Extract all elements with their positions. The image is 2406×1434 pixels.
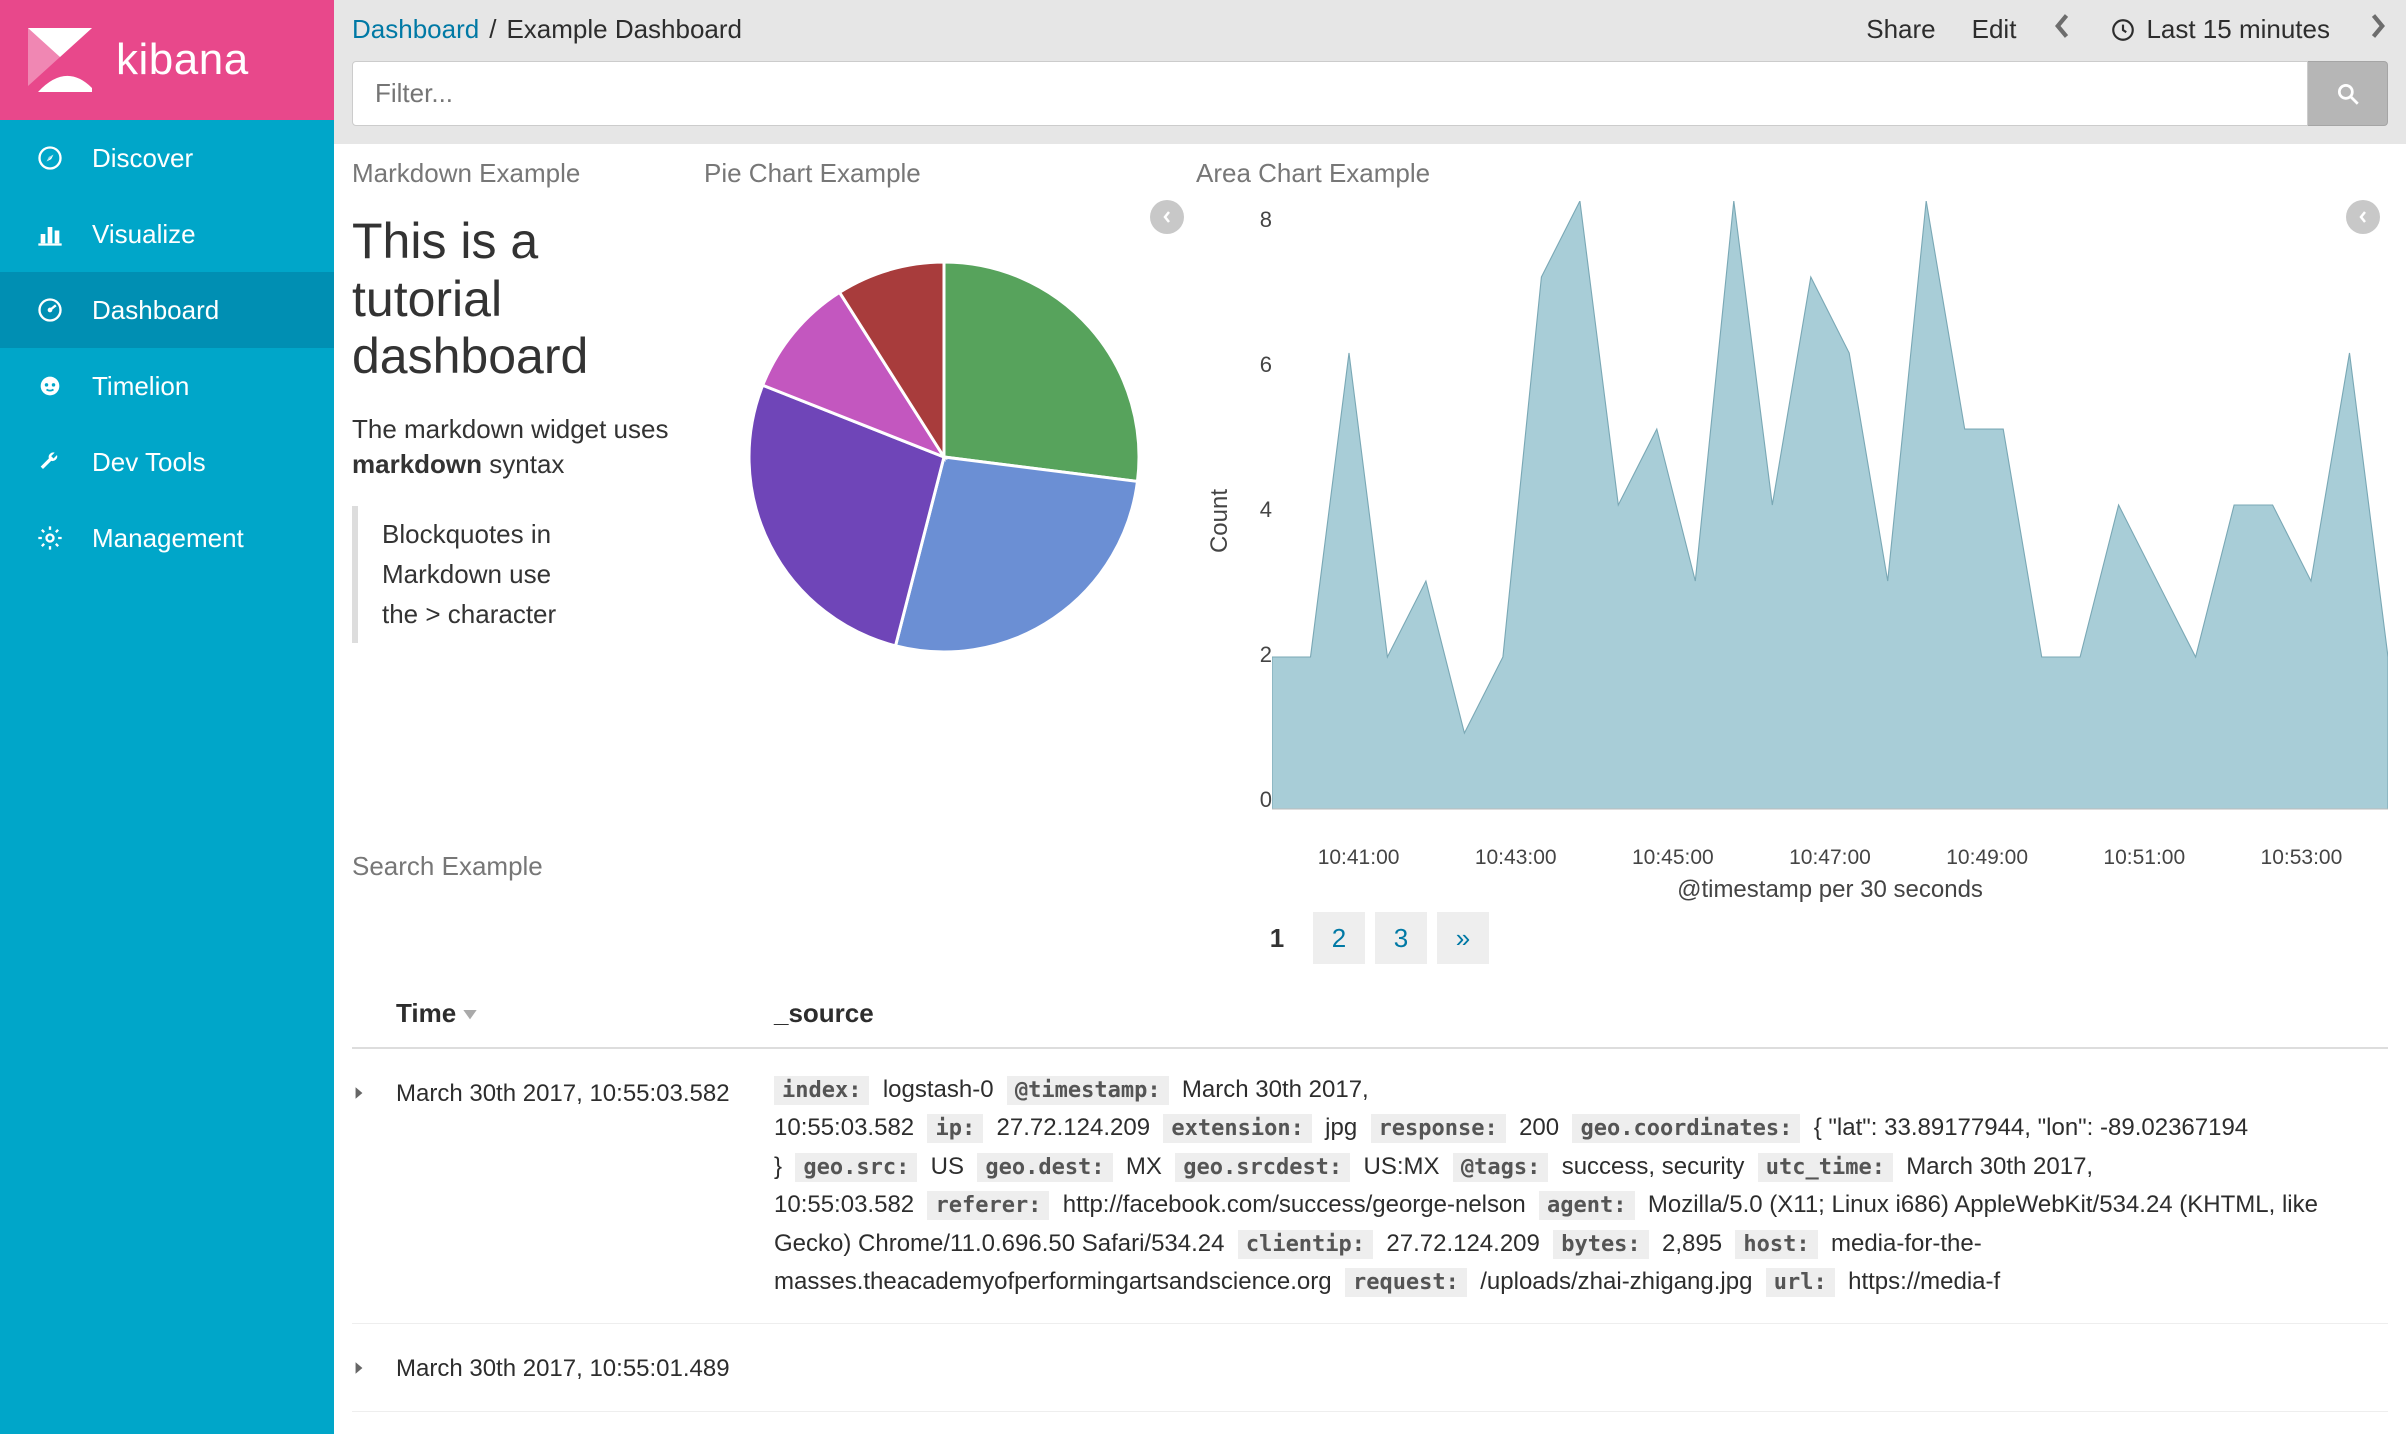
page-1[interactable]: 1: [1251, 912, 1303, 964]
time-next-icon[interactable]: [2366, 12, 2388, 47]
panel-markdown: Markdown Example This is a tutorial dash…: [352, 158, 692, 841]
filter-search-button[interactable]: [2308, 61, 2388, 126]
area-chart: [1272, 201, 2388, 841]
nav-label: Discover: [92, 143, 193, 174]
sidebar-item-discover[interactable]: Discover: [0, 120, 334, 196]
sidebar: kibana Discover Visualize Dashboard Timelio…: [0, 0, 334, 1434]
page-next[interactable]: »: [1437, 912, 1489, 964]
breadcrumb-root[interactable]: Dashboard: [352, 14, 479, 45]
page-2[interactable]: 2: [1313, 912, 1365, 964]
table-row: March 30th 2017, 10:55:03.582index: logs…: [352, 1049, 2388, 1324]
panel-search: Search Example 123» Time _source March 3…: [352, 851, 2388, 1412]
breadcrumb-current: Example Dashboard: [506, 14, 742, 45]
cell-source: [774, 1346, 2388, 1388]
nav-label: Dev Tools: [92, 447, 206, 478]
cell-time: March 30th 2017, 10:55:03.582: [396, 1071, 774, 1301]
bar-chart-icon: [34, 218, 66, 250]
gear-icon: [34, 522, 66, 554]
time-range[interactable]: Last 15 minutes: [2110, 14, 2330, 45]
table-body: March 30th 2017, 10:55:03.582index: logs…: [352, 1049, 2388, 1412]
compass-icon: [34, 142, 66, 174]
breadcrumb-sep: /: [489, 14, 496, 45]
wrench-icon: [34, 446, 66, 478]
gauge-icon: [34, 294, 66, 326]
table-header: Time _source: [352, 988, 2388, 1049]
topbar: Dashboard / Example Dashboard Share Edit…: [334, 0, 2406, 144]
panel-pie: Pie Chart Example: [704, 158, 1184, 841]
panel-pie-title: Pie Chart Example: [704, 158, 1184, 189]
page-3[interactable]: 3: [1375, 912, 1427, 964]
nav-label: Management: [92, 523, 244, 554]
filter-input[interactable]: [352, 61, 2308, 126]
time-range-label: Last 15 minutes: [2146, 14, 2330, 45]
search-icon: [2335, 81, 2361, 107]
share-link[interactable]: Share: [1866, 14, 1935, 45]
markdown-paragraph: The markdown widget uses markdown syntax: [352, 412, 692, 482]
th-time[interactable]: Time: [396, 998, 774, 1029]
area-xlabel: @timestamp per 30 seconds: [1272, 876, 2388, 904]
area-ylabel: Count: [1206, 489, 1234, 553]
main: Dashboard / Example Dashboard Share Edit…: [334, 0, 2406, 1434]
clock-icon: [2110, 17, 2136, 43]
pager: 123»: [352, 912, 2388, 964]
markdown-heading: This is a tutorial dashboard: [352, 213, 692, 386]
table-row: March 30th 2017, 10:55:01.489: [352, 1324, 2388, 1411]
edit-link[interactable]: Edit: [1972, 14, 2017, 45]
time-prev-icon[interactable]: [2052, 12, 2074, 47]
sidebar-item-timelion[interactable]: Timelion: [0, 348, 334, 424]
cell-time: March 30th 2017, 10:55:01.489: [396, 1346, 774, 1388]
panel-markdown-title: Markdown Example: [352, 158, 692, 189]
panel-area: Area Chart Example Count 86420 10:41:001…: [1196, 158, 2388, 841]
sidebar-item-dashboard[interactable]: Dashboard: [0, 272, 334, 348]
area-yticks: 86420: [1244, 201, 1272, 841]
panel-collapse-left-icon[interactable]: [1150, 200, 1184, 234]
sidebar-item-management[interactable]: Management: [0, 500, 334, 576]
lion-icon: [34, 370, 66, 402]
th-source[interactable]: _source: [774, 998, 874, 1029]
pie-chart: [744, 257, 1144, 657]
kibana-logo[interactable]: kibana: [0, 0, 334, 120]
panel-area-title: Area Chart Example: [1196, 158, 2388, 189]
expand-row-icon[interactable]: [352, 1071, 396, 1301]
nav-label: Visualize: [92, 219, 196, 250]
markdown-blockquote: Blockquotes in Markdown use the > charac…: [352, 506, 582, 643]
nav-label: Timelion: [92, 371, 189, 402]
expand-row-icon[interactable]: [352, 1346, 396, 1388]
sidebar-item-visualize[interactable]: Visualize: [0, 196, 334, 272]
sidebar-item-dev-tools[interactable]: Dev Tools: [0, 424, 334, 500]
cell-source: index: logstash-0 @timestamp: March 30th…: [774, 1071, 2388, 1301]
nav-label: Dashboard: [92, 295, 219, 326]
kibana-logo-icon: [28, 28, 92, 92]
brand-name: kibana: [116, 35, 249, 85]
nav: Discover Visualize Dashboard Timelion Dev To…: [0, 120, 334, 576]
breadcrumb: Dashboard / Example Dashboard: [352, 14, 742, 45]
area-xticks: 10:41:0010:43:0010:45:0010:47:0010:49:00…: [1272, 846, 2388, 870]
sort-desc-icon: [462, 1007, 478, 1021]
